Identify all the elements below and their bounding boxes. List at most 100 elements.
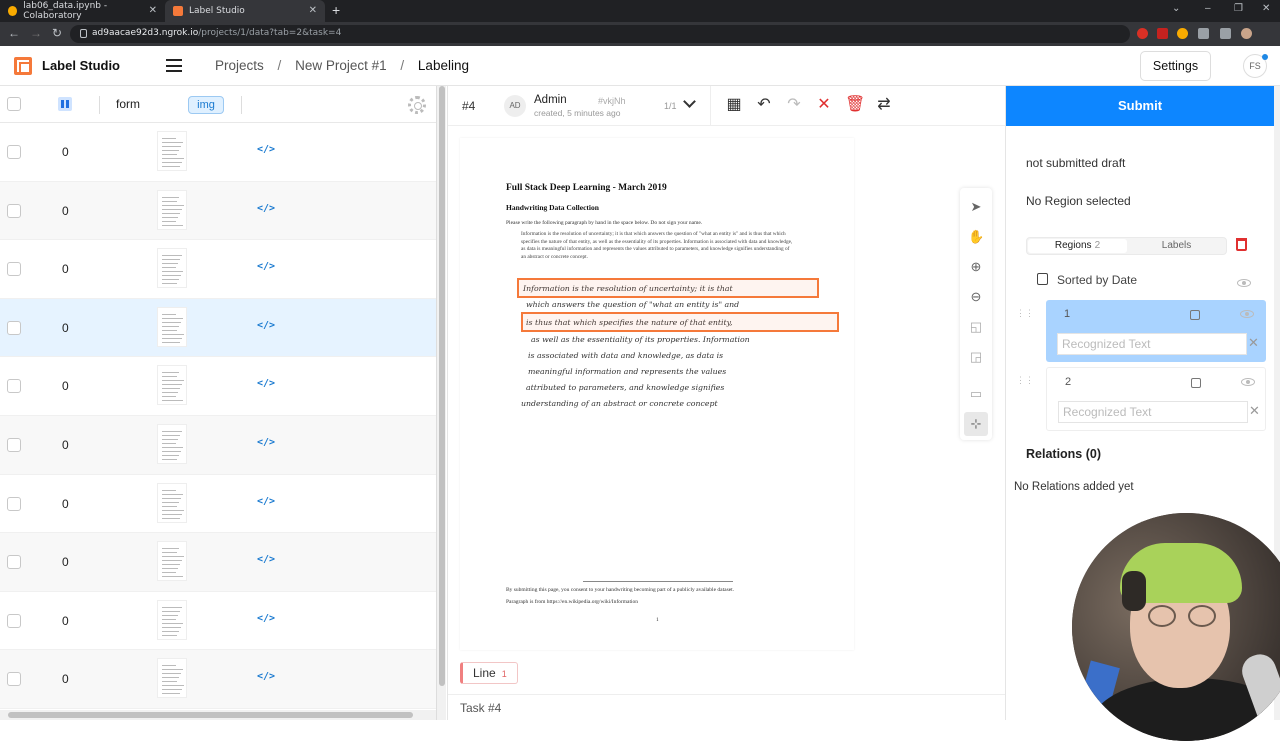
table-row[interactable]: 0 </> bbox=[0, 416, 436, 475]
table-row[interactable]: 0 </> bbox=[0, 123, 436, 182]
eye-icon[interactable] bbox=[1237, 279, 1251, 287]
row-checkbox[interactable] bbox=[7, 555, 21, 570]
polygon-tool-icon[interactable]: ⊹ bbox=[964, 412, 988, 436]
pointer-icon[interactable]: ➤ bbox=[968, 199, 984, 215]
rotate-left-icon[interactable]: ◱ bbox=[968, 319, 984, 335]
eye-icon[interactable] bbox=[1240, 310, 1254, 318]
menu-icon[interactable] bbox=[166, 59, 182, 72]
profile-icon[interactable] bbox=[1241, 28, 1252, 39]
image-thumbnail[interactable] bbox=[157, 248, 187, 289]
pan-icon[interactable]: ✋ bbox=[968, 229, 984, 245]
image-thumbnail[interactable] bbox=[157, 599, 187, 640]
sidepanel-icon[interactable] bbox=[1220, 28, 1231, 39]
image-thumbnail[interactable] bbox=[157, 365, 187, 406]
bounding-box-region-2[interactable] bbox=[521, 312, 839, 332]
puzzle-icon[interactable] bbox=[1198, 28, 1209, 39]
clear-icon[interactable]: ✕ bbox=[1248, 335, 1259, 351]
code-icon[interactable]: </> bbox=[257, 496, 275, 507]
close-tab-icon[interactable]: ✕ bbox=[149, 5, 157, 16]
vertical-scrollbar[interactable] bbox=[436, 86, 446, 720]
drag-handle-icon[interactable]: ⋮⋮ bbox=[1016, 375, 1034, 386]
region-item[interactable]: 1 Recognized Text ✕ bbox=[1046, 300, 1266, 362]
image-thumbnail[interactable] bbox=[157, 424, 187, 464]
breadcrumb-project[interactable]: New Project #1 bbox=[295, 58, 387, 73]
table-row[interactable]: 0 </> bbox=[0, 240, 436, 299]
address-bar[interactable]: ad9aacae92d3.ngrok.io/projects/1/data?ta… bbox=[70, 25, 1130, 43]
new-tab-button[interactable]: + bbox=[332, 2, 340, 18]
column-form[interactable]: form bbox=[116, 97, 140, 111]
browser-tab-label-studio[interactable]: Label Studio ✕ bbox=[165, 0, 325, 22]
reload-icon[interactable]: ↻ bbox=[52, 26, 62, 40]
tab-search-icon[interactable]: ⌄ bbox=[1172, 3, 1180, 14]
delete-icon[interactable]: 🗑 bbox=[845, 96, 865, 114]
code-icon[interactable]: </> bbox=[257, 320, 275, 331]
scrollbar-thumb[interactable] bbox=[439, 86, 445, 686]
recognized-text-input[interactable]: Recognized Text bbox=[1058, 401, 1248, 423]
image-thumbnail[interactable] bbox=[157, 541, 187, 582]
horizontal-scrollbar[interactable] bbox=[0, 710, 436, 720]
extension-icon[interactable] bbox=[1177, 28, 1188, 39]
zoom-in-icon[interactable]: ⊕ bbox=[968, 259, 984, 275]
gear-icon[interactable] bbox=[408, 96, 426, 114]
row-checkbox[interactable] bbox=[7, 438, 21, 452]
tab-labels[interactable]: Labels bbox=[1127, 239, 1226, 253]
code-icon[interactable]: </> bbox=[257, 613, 275, 624]
image-canvas[interactable]: Full Stack Deep Learning - March 2019 Ha… bbox=[460, 138, 854, 650]
extension-icon[interactable] bbox=[1137, 28, 1148, 39]
undo-icon[interactable]: ↶ bbox=[755, 96, 773, 114]
tab-regions[interactable]: Regions 2 bbox=[1028, 239, 1127, 253]
table-row[interactable]: 0 </> bbox=[0, 475, 436, 534]
settings-button[interactable]: Settings bbox=[1140, 51, 1211, 81]
code-icon[interactable]: </> bbox=[257, 554, 275, 565]
clear-icon[interactable]: ✕ bbox=[1249, 403, 1260, 419]
submit-button[interactable]: Submit bbox=[1006, 86, 1274, 126]
extension-icon[interactable] bbox=[1157, 28, 1168, 39]
rectangle-tool-icon[interactable]: ▭ bbox=[968, 386, 984, 402]
image-thumbnail[interactable] bbox=[157, 482, 187, 523]
browser-tab-colab[interactable]: lab06_data.ipynb - Colaboratory ✕ bbox=[0, 0, 165, 22]
avatar[interactable]: FS bbox=[1243, 54, 1268, 78]
code-icon[interactable]: </> bbox=[257, 203, 275, 214]
rotate-right-icon[interactable]: ◲ bbox=[968, 349, 984, 365]
table-row[interactable]: 0 </> bbox=[0, 592, 436, 651]
close-tab-icon[interactable]: ✕ bbox=[309, 5, 317, 16]
breadcrumb-projects[interactable]: Projects bbox=[215, 58, 264, 73]
grid-icon[interactable]: ▦ bbox=[725, 96, 743, 114]
sort-order[interactable]: Sorted by Date bbox=[1057, 273, 1137, 287]
bounding-box-region-1[interactable] bbox=[517, 278, 819, 298]
region-item[interactable]: 2 Recognized Text ✕ bbox=[1046, 367, 1266, 431]
row-checkbox[interactable] bbox=[7, 262, 21, 277]
drag-handle-icon[interactable]: ⋮⋮ bbox=[1016, 308, 1034, 319]
table-row[interactable]: 0 </> bbox=[0, 533, 436, 592]
forward-icon[interactable]: → bbox=[30, 26, 42, 40]
code-icon[interactable]: </> bbox=[257, 261, 275, 272]
eye-icon[interactable] bbox=[1241, 378, 1255, 386]
recognized-text-input[interactable]: Recognized Text bbox=[1057, 333, 1247, 355]
restore-icon[interactable]: ❐ bbox=[1234, 3, 1243, 14]
chevron-down-icon[interactable] bbox=[683, 95, 696, 108]
code-icon[interactable]: </> bbox=[257, 437, 275, 448]
table-row[interactable]: 0 </> bbox=[0, 181, 436, 241]
row-checkbox[interactable] bbox=[7, 203, 21, 218]
grid-view-icon[interactable] bbox=[58, 97, 72, 111]
minimize-icon[interactable]: – bbox=[1205, 3, 1211, 14]
select-all-checkbox[interactable] bbox=[7, 97, 21, 111]
back-icon[interactable]: ← bbox=[8, 26, 20, 40]
table-row[interactable]: 0 </> bbox=[0, 650, 436, 709]
zoom-out-icon[interactable]: ⊖ bbox=[968, 289, 984, 305]
table-row[interactable]: 0 </> bbox=[0, 357, 436, 416]
code-icon[interactable]: </> bbox=[257, 144, 275, 155]
row-checkbox[interactable] bbox=[7, 613, 21, 628]
scrollbar-thumb[interactable] bbox=[8, 712, 413, 718]
delete-all-regions-icon[interactable] bbox=[1236, 238, 1247, 251]
row-checkbox[interactable] bbox=[7, 672, 21, 687]
reset-icon[interactable]: ✕ bbox=[815, 96, 833, 114]
label-line[interactable]: Line 1 bbox=[460, 662, 518, 684]
row-checkbox[interactable] bbox=[7, 496, 21, 511]
image-thumbnail[interactable] bbox=[157, 131, 187, 171]
table-row[interactable]: 0 </> bbox=[0, 298, 436, 358]
image-thumbnail[interactable] bbox=[157, 189, 187, 230]
code-icon[interactable]: </> bbox=[257, 671, 275, 682]
row-checkbox[interactable] bbox=[7, 379, 21, 394]
column-img[interactable]: img bbox=[188, 96, 224, 114]
